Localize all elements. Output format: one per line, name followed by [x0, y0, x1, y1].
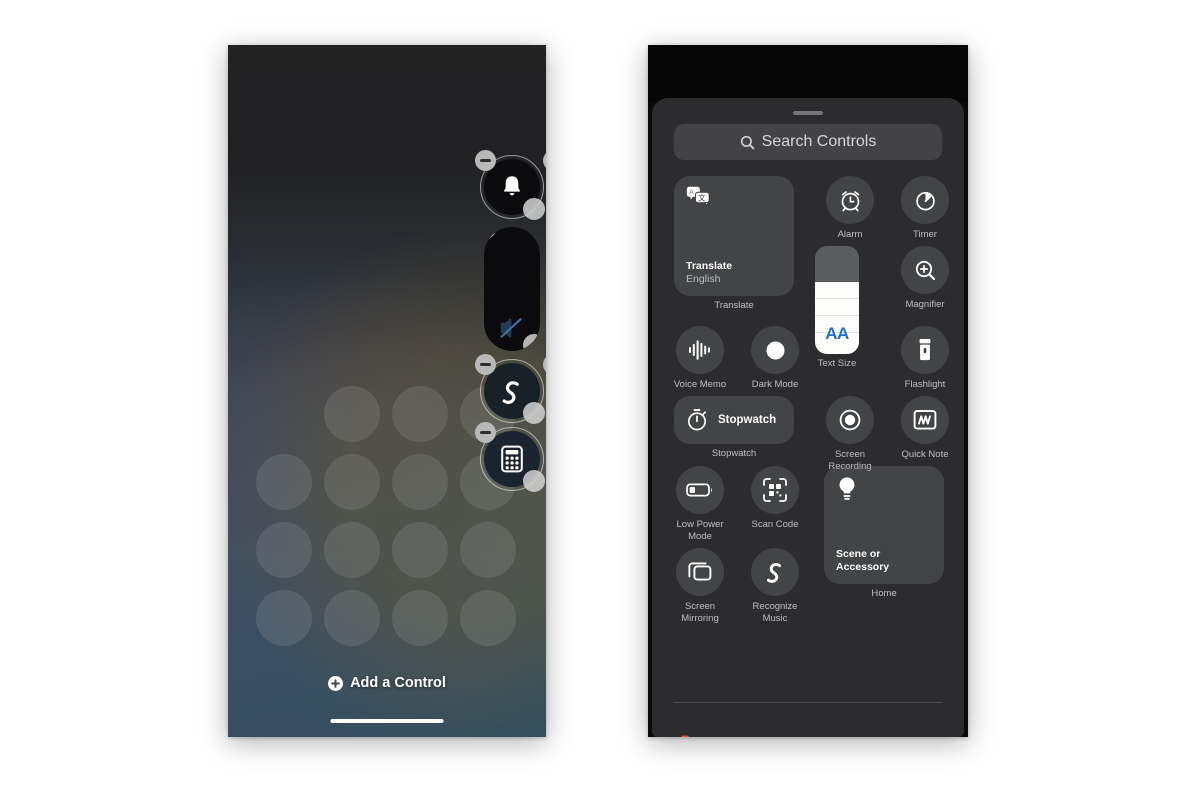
stopwatch-icon: [687, 409, 707, 431]
svg-text:A: A: [689, 189, 694, 196]
lightbulb-icon: [839, 477, 855, 500]
caption-recognize-music: Recognize Music: [752, 601, 798, 624]
caption-home: Home: [871, 588, 897, 599]
empty-control-slot[interactable]: [256, 522, 312, 578]
resize-handle-calculator[interactable]: [523, 470, 545, 492]
quick-note-icon: [901, 396, 949, 444]
add-control-sheet: Search Controls A 文 Translate English Tr…: [652, 98, 964, 737]
shazam-icon: [751, 548, 799, 596]
stopwatch-title: Stopwatch: [718, 414, 777, 426]
caption-flashlight: Flashlight: [904, 379, 946, 390]
add-a-control-button[interactable]: Add a Control: [228, 675, 546, 691]
speaker-mute-icon: [500, 318, 522, 338]
caption-quick-note: Quick Note: [901, 449, 949, 460]
magnifier-icon: [901, 246, 949, 294]
empty-control-slot[interactable]: [324, 590, 380, 646]
remove-badge-shazam[interactable]: [475, 354, 496, 375]
translate-title: Translate: [686, 260, 733, 272]
caption-stopwatch: Stopwatch: [711, 448, 757, 459]
caption-timer: Timer: [913, 229, 937, 240]
flashlight-icon: [901, 326, 949, 374]
status-area: [648, 45, 968, 103]
bell-icon: [504, 176, 520, 196]
svg-text:文: 文: [698, 193, 705, 202]
gallery-item-home[interactable]: Scene or Accessory: [824, 466, 944, 584]
caption-voice-memo: Voice Memo: [673, 379, 727, 390]
caption-translate: Translate: [714, 300, 754, 311]
search-controls-field[interactable]: Search Controls: [674, 124, 942, 160]
empty-control-slot[interactable]: [392, 522, 448, 578]
gallery-item-translate[interactable]: A 文 Translate English: [674, 176, 794, 296]
empty-control-slot[interactable]: [460, 590, 516, 646]
screenshot-canvas: Focus: [0, 0, 1200, 800]
control-volume-slider[interactable]: [484, 227, 540, 351]
footer-divider: [674, 702, 942, 703]
empty-control-slot[interactable]: [256, 590, 312, 646]
timer-icon: [901, 176, 949, 224]
right-phone-screenshot: Search Controls A 文 Translate English Tr…: [648, 45, 968, 737]
metronome-icon: [681, 735, 689, 737]
waveform-icon: [676, 326, 724, 374]
gallery-item-text-size[interactable]: AA: [815, 246, 859, 354]
gallery-item-scan-code[interactable]: Scan Code: [737, 466, 813, 531]
control-shazam[interactable]: [475, 354, 545, 424]
sheet-grabber[interactable]: [793, 111, 823, 115]
gallery-item-screen-mirroring[interactable]: Screen Mirroring: [662, 548, 738, 624]
empty-control-slot[interactable]: [392, 454, 448, 510]
home-title: Scene or Accessory: [836, 548, 890, 573]
empty-control-slot[interactable]: [324, 454, 380, 510]
add-a-control-label: Add a Control: [350, 675, 446, 691]
remove-badge-calculator[interactable]: [475, 422, 496, 443]
gallery-item-flashlight[interactable]: Flashlight: [887, 326, 963, 391]
caption-alarm: Alarm: [837, 229, 863, 240]
gallery-item-recognize-music[interactable]: Recognize Music: [737, 548, 813, 624]
gallery-item-timer[interactable]: Timer: [887, 176, 963, 241]
dark-mode-icon: [751, 326, 799, 374]
empty-control-slot[interactable]: [460, 522, 516, 578]
shazam-icon: [502, 381, 519, 404]
gallery-item-magnifier[interactable]: Magnifier: [887, 246, 963, 311]
resize-handle-volume[interactable]: [523, 334, 540, 351]
battery-low-icon: [676, 466, 724, 514]
caption-scan-code: Scan Code: [751, 519, 799, 530]
gallery-item-dark-mode[interactable]: Dark Mode: [737, 326, 813, 391]
empty-control-slot[interactable]: [256, 454, 312, 510]
caption-screen-mirroring: Screen Mirroring: [681, 601, 719, 624]
resize-handle-shazam[interactable]: [523, 402, 545, 424]
record-circle-icon: [826, 396, 874, 444]
text-size-aa-icon: AA: [825, 324, 849, 343]
caption-dark-mode: Dark Mode: [751, 379, 799, 390]
gallery-item-quick-note[interactable]: Quick Note: [887, 396, 963, 461]
control-ring-mode[interactable]: [475, 150, 545, 220]
gallery-item-screen-recording[interactable]: Screen Recording: [812, 396, 888, 472]
remove-badge-volume[interactable]: [484, 227, 496, 239]
empty-control-slot[interactable]: [324, 386, 380, 442]
empty-control-slot[interactable]: [392, 590, 448, 646]
resize-handle-ring-mode[interactable]: [523, 198, 545, 220]
home-indicator: [330, 719, 444, 723]
plus-circle-icon: [328, 675, 344, 691]
empty-control-slot[interactable]: [392, 386, 448, 442]
gallery-item-voice-memo[interactable]: Voice Memo: [662, 326, 738, 391]
gallery-item-stopwatch[interactable]: Stopwatch: [674, 396, 794, 444]
footer-app-row[interactable]: Andante: [674, 734, 759, 737]
gallery-item-low-power-mode[interactable]: Low Power Mode: [662, 466, 738, 542]
left-phone-screenshot: Focus: [228, 45, 546, 737]
caption-low-power-mode: Low Power Mode: [676, 519, 724, 542]
control-calculator[interactable]: [475, 422, 545, 492]
translate-subtitle: English: [686, 273, 721, 285]
caption-magnifier: Magnifier: [905, 299, 945, 310]
search-placeholder: Search Controls: [761, 133, 877, 150]
remove-badge-ring-mode[interactable]: [475, 150, 496, 171]
alarm-clock-icon: [826, 176, 874, 224]
search-icon: [740, 135, 754, 149]
empty-control-slot[interactable]: [324, 522, 380, 578]
controls-gallery: A 文 Translate English Translate Alarm Ti…: [652, 170, 964, 715]
screen-mirroring-icon: [676, 548, 724, 596]
translate-icon: A 文: [686, 186, 710, 206]
calculator-icon: [501, 445, 523, 473]
gallery-item-alarm[interactable]: Alarm: [812, 176, 888, 241]
qr-scan-icon: [751, 466, 799, 514]
